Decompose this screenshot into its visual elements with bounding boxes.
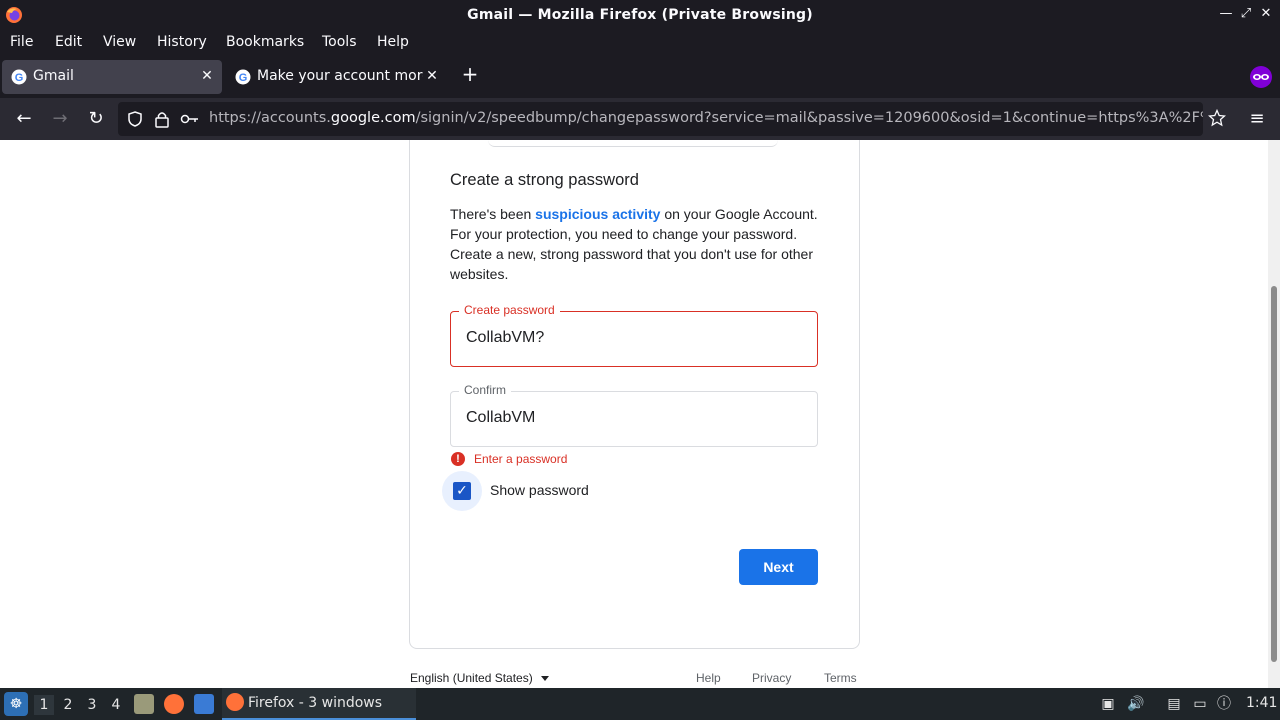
description-text: There's been suspicious activity on your… xyxy=(450,204,830,284)
reload-icon[interactable]: ↻ xyxy=(85,108,107,130)
error-icon: ! xyxy=(451,452,465,466)
footer-help-link[interactable]: Help xyxy=(696,671,721,685)
menu-tools[interactable]: Tools xyxy=(322,34,357,50)
menu-help[interactable]: Help xyxy=(377,34,409,50)
tab-strip: G Gmail ✕ G Make your account more ✕ xyxy=(0,56,1280,98)
url-prefix: https://accounts. xyxy=(209,110,331,126)
next-button[interactable]: Next xyxy=(739,549,818,585)
workspace-2[interactable]: 2 xyxy=(58,695,78,715)
clipboard-icon[interactable]: ▤ xyxy=(1164,694,1184,714)
tray-updates-icon[interactable]: ▣ xyxy=(1098,694,1118,714)
svg-text:G: G xyxy=(239,72,248,84)
page-heading: Create a strong password xyxy=(450,171,639,189)
key-icon[interactable] xyxy=(180,111,200,127)
confirm-password-field[interactable]: Confirm xyxy=(450,383,818,447)
network-icon[interactable]: ▭ xyxy=(1190,694,1210,714)
menu-file[interactable]: File xyxy=(10,34,33,50)
workspace-4[interactable]: 4 xyxy=(106,695,126,715)
language-selector[interactable]: English (United States) xyxy=(410,671,549,685)
close-tab-icon[interactable]: ✕ xyxy=(197,66,217,86)
tab-gmail[interactable]: G Gmail ✕ xyxy=(2,60,222,94)
bookmark-star-icon[interactable] xyxy=(1208,109,1226,127)
back-icon[interactable]: ← xyxy=(13,108,35,130)
file-manager-icon[interactable] xyxy=(134,694,154,714)
menu-bar: File Edit View History Bookmarks Tools H… xyxy=(0,30,1280,56)
language-label: English (United States) xyxy=(410,671,533,685)
description-part1: There's been xyxy=(450,206,536,222)
tab-label: Make your account more xyxy=(257,68,423,84)
confirm-password-label: Confirm xyxy=(459,383,512,397)
page-scrollbar[interactable] xyxy=(1268,140,1280,688)
card-divider xyxy=(488,140,778,147)
new-tab-icon[interactable]: + xyxy=(458,62,482,86)
notification-icon[interactable]: ⓘ xyxy=(1214,694,1234,714)
google-g-icon: G xyxy=(235,69,251,85)
shield-icon[interactable] xyxy=(126,110,144,128)
url-path: /signin/v2/speedbump/changepassword?serv… xyxy=(415,110,1203,126)
tab-label: Gmail xyxy=(33,68,74,84)
minimize-icon[interactable]: — xyxy=(1218,6,1234,22)
dropdown-caret-icon xyxy=(540,676,549,682)
volume-icon[interactable]: 🔊 xyxy=(1126,694,1146,714)
window-titlebar: Gmail — Mozilla Firefox (Private Browsin… xyxy=(0,0,1280,30)
workspace-1[interactable]: 1 xyxy=(34,695,54,715)
footer-terms-link[interactable]: Terms xyxy=(824,671,857,685)
create-password-label: Create password xyxy=(459,303,560,317)
url-bar[interactable]: https://accounts.google.com/signin/v2/sp… xyxy=(118,102,1203,136)
navigation-toolbar: ← → ↻ https://accounts.google.com/signin… xyxy=(0,98,1280,140)
show-password-checkbox[interactable]: ✓ xyxy=(442,471,482,511)
page-content: Create a strong password There's been su… xyxy=(0,140,1280,688)
confirm-password-input[interactable] xyxy=(466,406,796,430)
desktop-icon[interactable] xyxy=(194,694,214,714)
start-menu-icon[interactable]: ☸ xyxy=(4,692,28,716)
firefox-task-icon xyxy=(226,693,244,711)
lock-icon[interactable] xyxy=(154,110,170,128)
maximize-icon[interactable]: ⤢ xyxy=(1238,6,1254,22)
task-label: Firefox - 3 windows xyxy=(248,695,383,711)
close-window-icon[interactable]: ✕ xyxy=(1258,6,1274,22)
close-tab-icon[interactable]: ✕ xyxy=(422,66,442,86)
svg-text:G: G xyxy=(15,72,24,84)
error-text: Enter a password xyxy=(474,452,568,466)
taskbar-firefox-windows[interactable]: Firefox - 3 windows xyxy=(222,688,416,720)
url-domain: google.com xyxy=(330,110,416,126)
footer-privacy-link[interactable]: Privacy xyxy=(752,671,791,685)
scrollbar-thumb[interactable] xyxy=(1271,286,1277,662)
private-browsing-icon xyxy=(1250,66,1272,88)
menu-view[interactable]: View xyxy=(103,34,136,50)
checkmark-icon: ✓ xyxy=(453,482,471,500)
menu-history[interactable]: History xyxy=(157,34,207,50)
suspicious-activity-link[interactable]: suspicious activity xyxy=(535,206,660,222)
show-password-label[interactable]: Show password xyxy=(490,482,589,498)
firefox-launcher-icon[interactable] xyxy=(164,694,184,714)
create-password-input[interactable] xyxy=(466,326,796,350)
window-title: Gmail — Mozilla Firefox (Private Browsin… xyxy=(467,7,813,23)
menu-bookmarks[interactable]: Bookmarks xyxy=(226,34,304,50)
clock: 1:41 xyxy=(1246,695,1278,711)
tab-make-account[interactable]: G Make your account more ✕ xyxy=(226,60,446,94)
workspace-3[interactable]: 3 xyxy=(82,695,102,715)
menu-edit[interactable]: Edit xyxy=(55,34,82,50)
create-password-field[interactable]: Create password xyxy=(450,303,818,367)
google-g-icon: G xyxy=(11,69,27,85)
forward-icon[interactable]: → xyxy=(49,108,71,130)
system-taskbar: ☸ 1 2 3 4 Firefox - 3 windows ▣ 🔊 ▤ ▭ ⓘ … xyxy=(0,688,1280,720)
hamburger-menu-icon[interactable]: ≡ xyxy=(1246,108,1268,130)
url-text[interactable]: https://accounts.google.com/signin/v2/sp… xyxy=(209,110,1203,126)
